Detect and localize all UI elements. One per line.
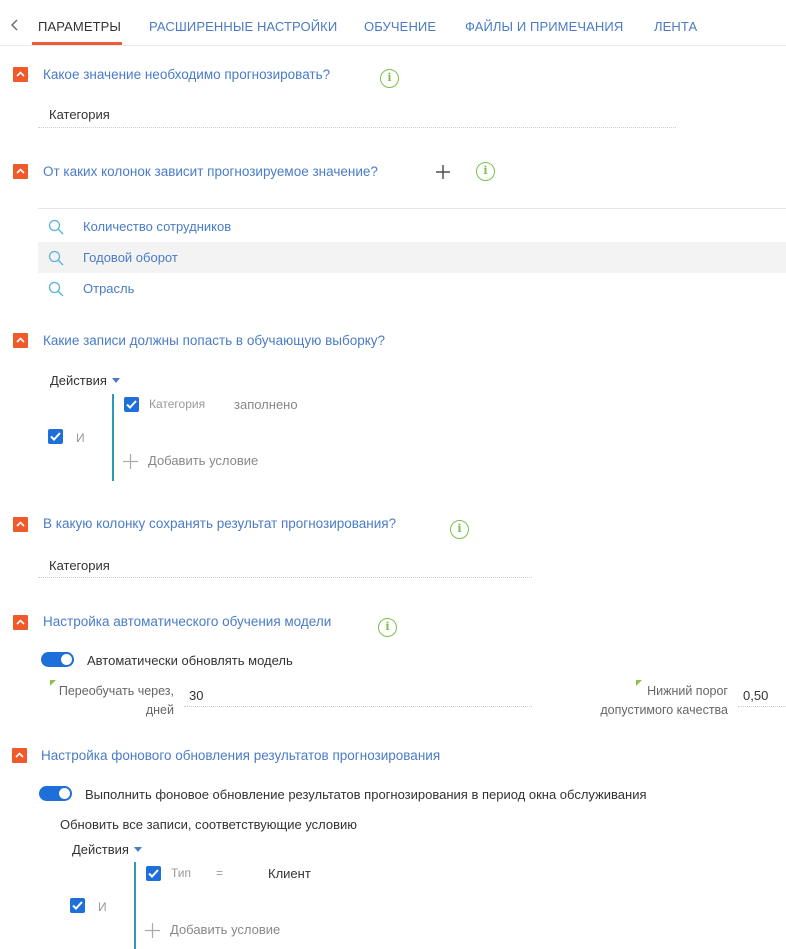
chevron-up-icon: [16, 168, 25, 174]
search-icon: [48, 219, 64, 235]
column-list-item[interactable]: Годовой оборот: [38, 242, 786, 273]
retrain-days-label: Переобучать через, дней: [40, 682, 174, 720]
field-underline: [38, 127, 676, 128]
actions-label: Действия: [72, 842, 129, 857]
add-column-icon[interactable]: [436, 165, 450, 179]
column-list-item[interactable]: Количество сотрудников: [38, 211, 786, 242]
collapse-section-predict-value-button[interactable]: [13, 67, 28, 82]
result-column-field[interactable]: Категория: [49, 558, 110, 573]
chevron-up-icon: [15, 752, 24, 758]
column-list-item[interactable]: Отрасль: [38, 273, 786, 304]
quality-threshold-input[interactable]: 0,50: [743, 688, 768, 703]
actions-dropdown[interactable]: Действия: [72, 842, 142, 857]
update-records-subtitle: Обновить все записи, соответствующие усл…: [60, 817, 358, 832]
field-underline: [184, 706, 532, 707]
chevron-up-icon: [16, 337, 25, 343]
auto-update-model-toggle[interactable]: [41, 652, 74, 667]
info-icon[interactable]: i: [450, 520, 469, 539]
filter-group-line: [112, 394, 114, 481]
check-icon: [148, 869, 159, 878]
tab-files-and-notes[interactable]: ФАЙЛЫ И ПРИМЕЧАНИЯ: [465, 19, 623, 34]
condition-operator[interactable]: =: [216, 866, 223, 880]
group-checkbox[interactable]: [48, 429, 63, 444]
chevron-up-icon: [16, 71, 25, 77]
search-icon: [48, 281, 64, 297]
section-title-columns: От каких колонок зависит прогнозируемое …: [43, 164, 378, 179]
column-name-link[interactable]: Отрасль: [83, 281, 134, 296]
column-name-link[interactable]: Годовой оборот: [83, 250, 178, 265]
chevron-up-icon: [16, 619, 25, 625]
background-update-label: Выполнить фоновое обновление результатов…: [85, 787, 647, 802]
check-icon: [50, 432, 61, 441]
quality-threshold-label: Нижний порог допустимого качества: [580, 682, 728, 720]
collapse-section-result-column-button[interactable]: [13, 517, 28, 532]
add-condition-label: Добавить условие: [170, 922, 281, 937]
toggle-knob: [61, 654, 72, 665]
collapse-section-auto-training-button[interactable]: [13, 615, 28, 630]
plus-icon: [123, 454, 138, 469]
toggle-knob: [59, 788, 70, 799]
group-operator[interactable]: И: [98, 900, 107, 914]
condition-value[interactable]: заполнено: [234, 397, 298, 412]
condition-value[interactable]: Клиент: [268, 866, 311, 881]
active-tab-indicator: [32, 42, 122, 45]
section-title-training-sample: Какие записи должны попасть в обучающую …: [43, 333, 386, 348]
collapse-section-columns-button[interactable]: [13, 164, 28, 179]
plus-icon: [145, 923, 160, 938]
condition-field[interactable]: Категория: [149, 397, 205, 411]
section-title-predict-value: Какое значение необходимо прогнозировать…: [43, 67, 331, 82]
tab-training[interactable]: ОБУЧЕНИЕ: [364, 19, 436, 34]
chevron-up-icon: [16, 521, 25, 527]
check-icon: [72, 901, 83, 910]
tab-bar: ПАРАМЕТРЫ РАСШИРЕННЫЕ НАСТРОЙКИ ОБУЧЕНИЕ…: [0, 0, 786, 46]
add-condition-label: Добавить условие: [148, 453, 259, 468]
section-title-result-column: В какую колонку сохранять результат прог…: [43, 516, 397, 531]
quality-threshold-label-line2: допустимого качества: [600, 703, 728, 717]
actions-label: Действия: [50, 373, 107, 388]
condition-checkbox[interactable]: [146, 866, 161, 881]
actions-dropdown[interactable]: Действия: [50, 373, 120, 388]
section-title-auto-training: Настройка автоматического обучения модел…: [43, 614, 332, 629]
tab-feed[interactable]: ЛЕНТА: [654, 19, 697, 34]
caret-down-icon: [111, 378, 120, 384]
background-update-toggle[interactable]: [39, 786, 72, 801]
chevron-left-icon[interactable]: [8, 18, 22, 32]
collapse-section-background-update-button[interactable]: [12, 748, 27, 763]
tab-parameters[interactable]: ПАРАМЕТРЫ: [38, 19, 121, 34]
field-underline: [38, 577, 532, 578]
quality-threshold-label-line1: Нижний порог: [647, 684, 728, 698]
group-checkbox[interactable]: [70, 898, 85, 913]
column-name-link[interactable]: Количество сотрудников: [83, 219, 231, 234]
collapse-section-training-sample-button[interactable]: [13, 333, 28, 348]
condition-field[interactable]: Тип: [171, 866, 191, 880]
retrain-days-input[interactable]: 30: [189, 688, 203, 703]
filter-group-line: [134, 862, 136, 949]
divider: [38, 208, 786, 209]
predict-value-field[interactable]: Категория: [49, 107, 110, 122]
info-icon[interactable]: i: [476, 162, 495, 181]
condition-checkbox[interactable]: [124, 397, 139, 412]
auto-update-model-label: Автоматически обновлять модель: [87, 653, 293, 668]
section-title-background-update: Настройка фонового обновления результато…: [41, 748, 441, 763]
retrain-days-label-line2: дней: [145, 703, 174, 717]
field-underline: [738, 706, 786, 707]
caret-down-icon: [133, 847, 142, 853]
check-icon: [126, 400, 137, 409]
search-icon: [48, 250, 64, 266]
info-icon[interactable]: i: [380, 69, 399, 88]
info-icon[interactable]: i: [378, 618, 397, 637]
retrain-days-label-line1: Переобучать через,: [58, 684, 174, 698]
tab-advanced-settings[interactable]: РАСШИРЕННЫЕ НАСТРОЙКИ: [149, 19, 337, 34]
group-operator[interactable]: И: [76, 431, 85, 445]
